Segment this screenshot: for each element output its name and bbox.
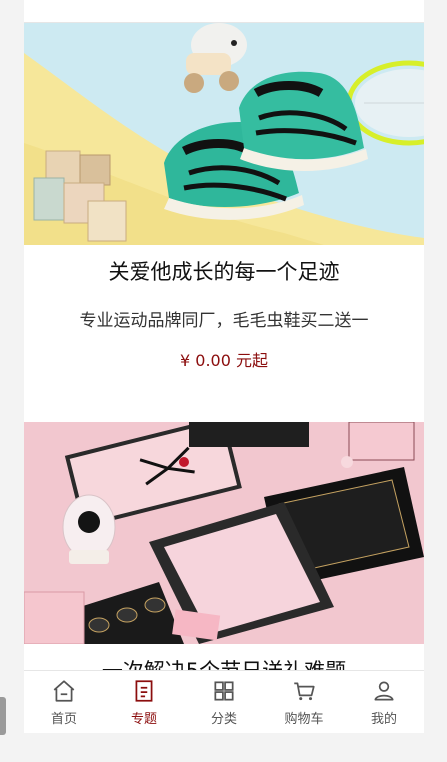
gift-box-illustration: [24, 422, 424, 644]
tab-label-category: 分类: [210, 712, 237, 727]
cart-icon: [294, 682, 315, 701]
home-icon: [53, 680, 75, 702]
gift-box-photo[interactable]: [24, 422, 424, 644]
topic-card[interactable]: 一次解决5个节日送礼难题: [24, 422, 424, 670]
tab-label-topic: 专题: [130, 712, 157, 727]
topic-feed[interactable]: 关爱他成长的每一个足迹 专业运动品牌同厂，毛毛虫鞋买二送一 ¥ 0.00 元起: [24, 23, 424, 670]
bottom-tab-bar: 首页 专题 分类 购物车 我的: [24, 670, 424, 733]
user-icon: [374, 681, 394, 701]
card-price: ¥ 0.00 元起: [180, 351, 268, 370]
card-spacer: [24, 379, 424, 422]
tab-cart[interactable]: 购物车: [264, 671, 344, 733]
tab-topic[interactable]: 专题: [104, 671, 184, 733]
tab-label-mine: 我的: [370, 712, 397, 727]
card-description: 专业运动品牌同厂，毛毛虫鞋买二送一: [79, 311, 369, 331]
card-title: 一次解决5个节日送礼难题: [24, 644, 424, 670]
topic-icon: [135, 680, 153, 702]
card-title: 关爱他成长的每一个足迹: [108, 260, 340, 284]
tab-category[interactable]: 分类: [184, 671, 264, 733]
category-icon: [214, 681, 234, 701]
kids-shoes-photo[interactable]: [24, 23, 424, 245]
kids-shoes-illustration: [24, 23, 424, 245]
tab-mine[interactable]: 我的: [344, 671, 424, 733]
tab-home[interactable]: 首页: [24, 671, 104, 733]
tab-label-cart: 购物车: [284, 712, 324, 727]
topic-card[interactable]: 关爱他成长的每一个足迹 专业运动品牌同厂，毛毛虫鞋买二送一 ¥ 0.00 元起: [24, 23, 424, 422]
app-viewport: 关爱他成长的每一个足迹 专业运动品牌同厂，毛毛虫鞋买二送一 ¥ 0.00 元起: [24, 0, 424, 733]
tab-label-home: 首页: [50, 712, 77, 727]
edge-drag-handle[interactable]: [0, 697, 6, 735]
